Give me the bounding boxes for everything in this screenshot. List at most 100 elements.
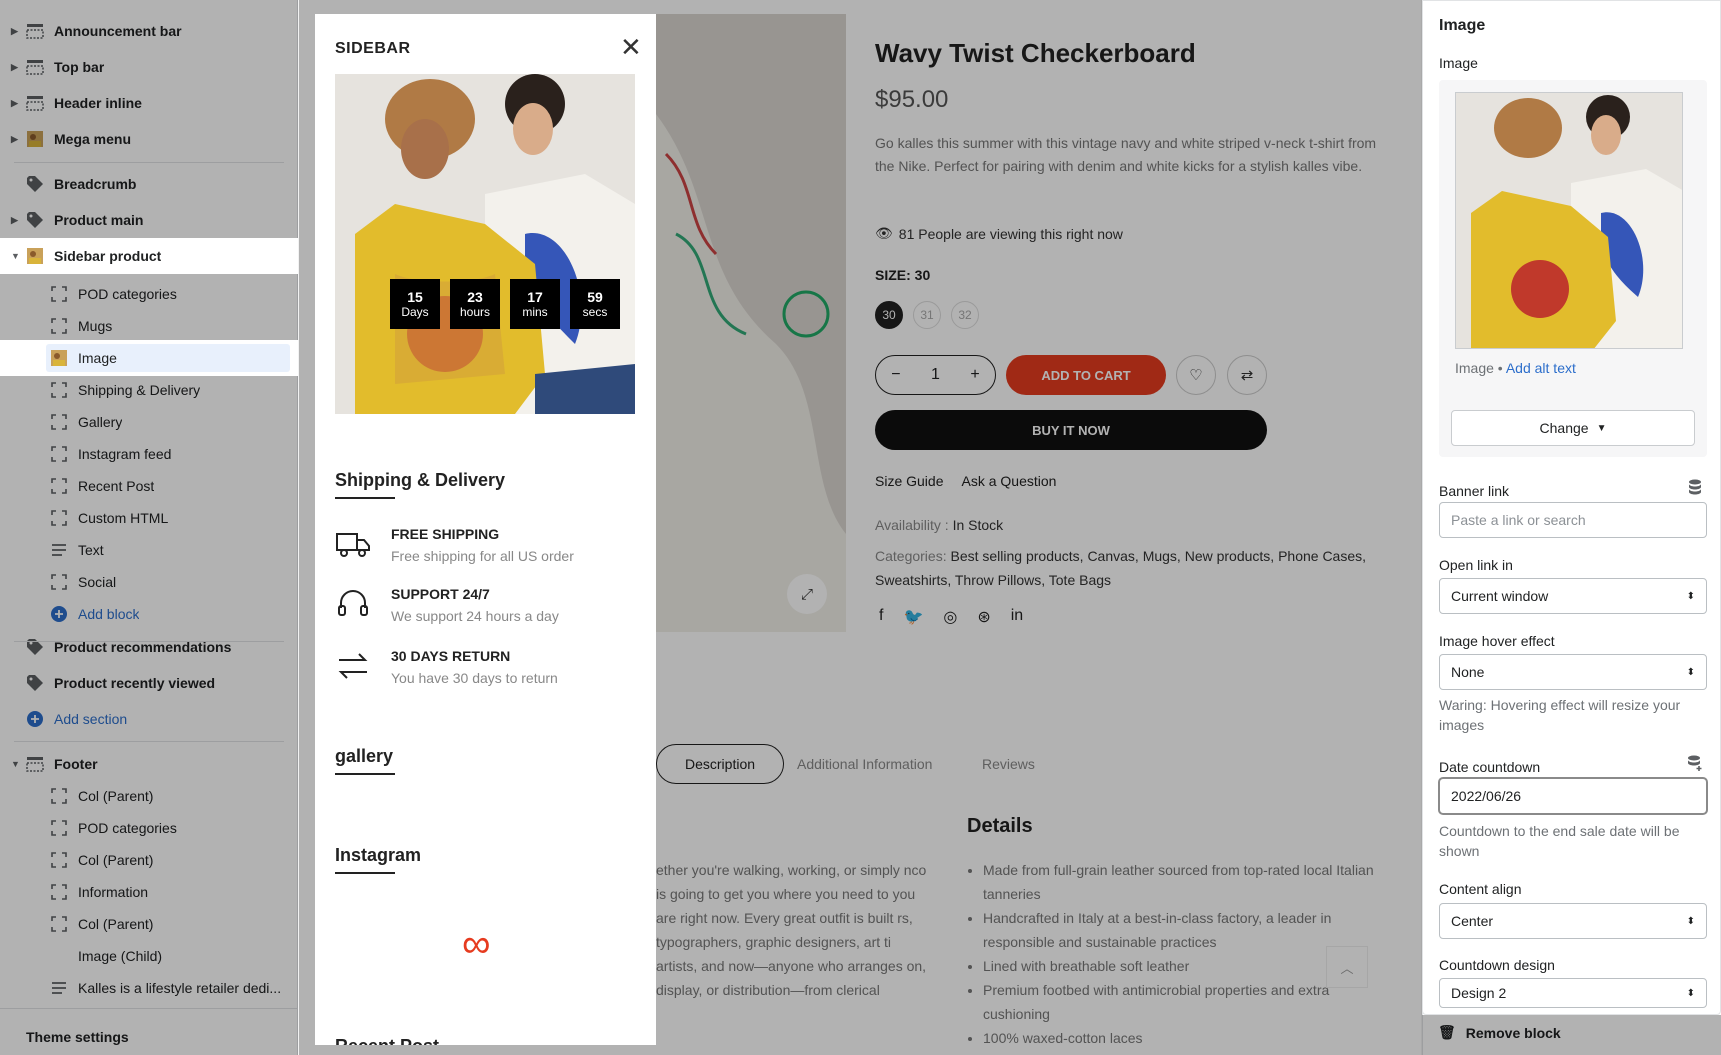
tree-item-product-recently-viewed[interactable]: Product recently viewed (0, 665, 298, 701)
countdown-secs: 59 secs (570, 279, 620, 329)
dribbble-icon[interactable]: ⊛ (977, 607, 990, 627)
tree-item-product-recommendations[interactable]: Product recommendations (0, 629, 298, 665)
countdown-design-select[interactable]: Design 2 ⬍ (1439, 978, 1707, 1008)
add-block-button[interactable]: Add block (0, 596, 298, 632)
tree-item-pod-categories[interactable]: POD categories (0, 810, 298, 846)
add-alt-text-link[interactable]: Add alt text (1506, 360, 1576, 376)
content-align-label: Content align (1439, 881, 1522, 897)
ask-question-link[interactable]: Ask a Question (961, 473, 1056, 489)
tree-item-label: Image (Child) (78, 948, 163, 964)
caret-down-icon[interactable]: ▼ (11, 759, 21, 769)
caret-right-icon[interactable]: ▶ (11, 215, 21, 226)
tree-item-header-inline[interactable]: ▶ Header inline (0, 85, 298, 121)
details-list: Made from full-grain leather sourced fro… (967, 858, 1377, 1050)
image-thumbnail[interactable] (1455, 92, 1683, 349)
block-icon (50, 381, 68, 399)
tree-item-mugs[interactable]: Mugs (0, 308, 298, 344)
truck-icon (336, 533, 370, 557)
tree-item-col-parent[interactable]: Col (Parent) (0, 906, 298, 942)
details-item: Handcrafted in Italy at a best-in-class … (983, 906, 1377, 954)
banner-image[interactable]: 15 Days 23 hours 17 mins 59 secs (335, 74, 635, 414)
tree-item-label: Gallery (78, 414, 123, 430)
tree-item-breadcrumb[interactable]: Breadcrumb (0, 166, 298, 202)
facebook-icon[interactable]: f (879, 607, 883, 627)
size-guide-link[interactable]: Size Guide (875, 473, 943, 489)
theme-settings-link[interactable]: Theme settings (0, 1008, 298, 1055)
tree-item-pod-categories[interactable]: POD categories (0, 276, 298, 312)
tree-item-label: Information (78, 884, 149, 900)
tab-description[interactable]: Description (656, 744, 785, 784)
open-link-select[interactable]: Current window ⬍ (1439, 578, 1707, 614)
alt-text-row: Image • Add alt text (1455, 360, 1576, 376)
close-icon[interactable]: ✕ (620, 34, 642, 60)
shipping-heading: Shipping & Delivery (335, 470, 505, 499)
tree-item-social[interactable]: Social (0, 564, 298, 600)
linkedin-icon[interactable]: in (1011, 607, 1023, 627)
recent-post-heading: Recent Post (335, 1036, 439, 1045)
viewing-count: 👁 81 People are viewing this right now (875, 225, 1123, 242)
instagram-icon[interactable]: ◎ (943, 607, 957, 627)
tree-item-product-main[interactable]: ▶ Product main (0, 202, 298, 238)
minus-icon[interactable]: − (891, 366, 900, 384)
tree-item-shipping-delivery[interactable]: Shipping & Delivery (0, 372, 298, 408)
block-icon (50, 285, 68, 303)
quantity-stepper[interactable]: − 1 + (875, 355, 996, 395)
change-image-button[interactable]: Change ▼ (1451, 410, 1695, 446)
wishlist-heart-icon[interactable]: ♡ (1176, 355, 1216, 395)
tree-item-gallery[interactable]: Gallery (0, 404, 298, 440)
plus-icon[interactable]: + (970, 366, 979, 384)
categories-label: Categories: (875, 548, 947, 564)
date-countdown-label: Date countdown (1439, 759, 1541, 775)
service-sub: You have 30 days to return (391, 670, 558, 686)
tree-item-sidebar-product[interactable]: ▼ Sidebar product (0, 238, 298, 274)
twitter-icon[interactable]: 🐦 (903, 607, 923, 627)
dynamic-source-icon[interactable] (1687, 479, 1703, 495)
caret-right-icon[interactable]: ▶ (11, 98, 21, 109)
compare-shuffle-icon[interactable]: ⇄ (1227, 355, 1267, 395)
dynamic-source-add-icon[interactable] (1687, 755, 1703, 771)
tree-item-image-child[interactable]: Image (Child) (0, 938, 298, 974)
hover-effect-select[interactable]: None ⬍ (1439, 654, 1707, 690)
size-option-31[interactable]: 31 (913, 301, 941, 329)
scroll-top-button[interactable]: ︿ (1326, 946, 1368, 988)
arrows-exchange-icon (338, 653, 368, 679)
tree-item-announcement-bar[interactable]: ▶ Announcement bar (0, 13, 298, 49)
add-section-button[interactable]: Add section (0, 701, 298, 737)
caret-right-icon[interactable]: ▶ (11, 134, 21, 145)
content-align-select[interactable]: Center ⬍ (1439, 903, 1707, 939)
expand-icon[interactable]: ⤢ (787, 574, 827, 614)
tree-item-kalles-is-a-lifestyle-retailer-dedi[interactable]: Kalles is a lifestyle retailer dedi... (0, 970, 298, 1006)
tree-item-information[interactable]: Information (0, 874, 298, 910)
caret-right-icon[interactable]: ▶ (11, 62, 21, 73)
remove-block-button[interactable]: 🗑 Remove block (1438, 1024, 1561, 1041)
tab-additional-information[interactable]: Additional Information (797, 744, 932, 784)
caret-right-icon[interactable]: ▶ (11, 26, 21, 37)
buy-now-button[interactable]: BUY IT NOW (875, 410, 1267, 450)
categories-list[interactable]: Best selling products, Canvas, Mugs, New… (875, 548, 1366, 588)
tree-item-footer[interactable]: ▼ Footer (0, 746, 298, 782)
tree-item-recent-post[interactable]: Recent Post (0, 468, 298, 504)
tree-item-text[interactable]: Text (0, 532, 298, 568)
product-price: $95.00 (875, 86, 949, 113)
tree-item-label: Custom HTML (78, 510, 169, 526)
tree-item-top-bar[interactable]: ▶ Top bar (0, 49, 298, 85)
tree-item-mega-menu[interactable]: ▶ Mega menu (0, 121, 298, 157)
tree-item-image[interactable]: Image (0, 340, 298, 376)
tab-reviews[interactable]: Reviews (982, 744, 1035, 784)
tree-item-label: Social (78, 574, 117, 590)
banner-link-input[interactable]: Paste a link or search (1439, 502, 1707, 538)
description-body: ether you're walking, working, or simply… (656, 862, 927, 998)
banner-link-label: Banner link (1439, 483, 1510, 499)
tree-item-col-parent[interactable]: Col (Parent) (0, 778, 298, 814)
tree-item-label: Shipping & Delivery (78, 382, 201, 398)
size-option-32[interactable]: 32 (951, 301, 979, 329)
tree-item-col-parent[interactable]: Col (Parent) (0, 842, 298, 878)
size-option-30[interactable]: 30 (875, 301, 903, 329)
tree-item-custom-html[interactable]: Custom HTML (0, 500, 298, 536)
caret-down-icon[interactable]: ▼ (11, 251, 21, 261)
tree-item-instagram-feed[interactable]: Instagram feed (0, 436, 298, 472)
section-tree-sidebar: ▶ Announcement bar ▶ Top bar ▶ Header inline ▶… (0, 0, 298, 1055)
date-countdown-input[interactable]: 2022/06/26 (1439, 778, 1707, 814)
add-to-cart-button[interactable]: ADD TO CART (1006, 355, 1166, 395)
size-label: SIZE: 30 (875, 267, 931, 283)
